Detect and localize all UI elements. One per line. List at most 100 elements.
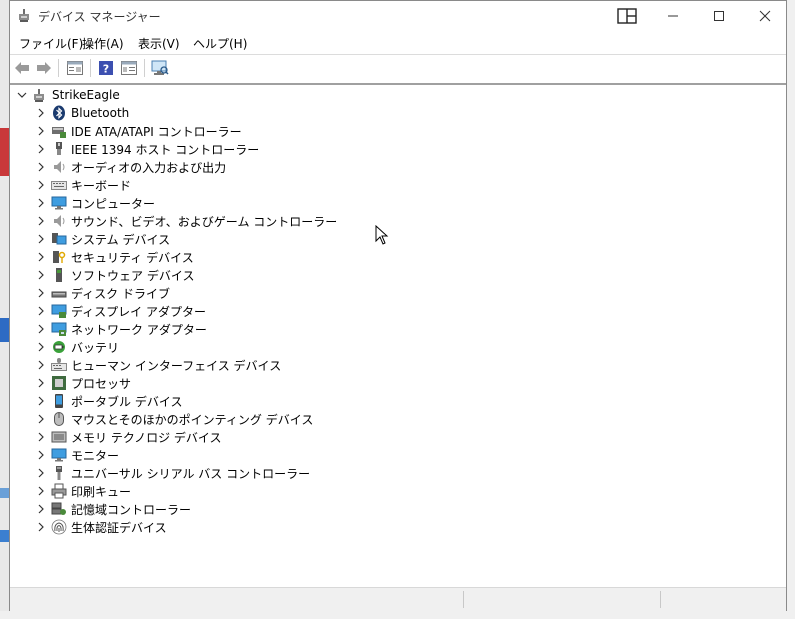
chevron-right-icon[interactable] xyxy=(35,374,47,392)
chevron-right-icon[interactable] xyxy=(35,176,47,194)
device-category-label: メモリ テクノロジ デバイス xyxy=(71,430,222,445)
title-bar: デバイス マネージャー xyxy=(10,1,786,31)
device-category[interactable]: モニター xyxy=(35,446,119,464)
device-category-label: ネットワーク アダプター xyxy=(71,322,207,337)
device-category-label: プロセッサ xyxy=(71,376,132,391)
device-category[interactable]: 記憶域コントローラー xyxy=(35,500,191,518)
close-button[interactable] xyxy=(742,1,788,31)
minimize-button[interactable] xyxy=(650,1,696,31)
chevron-right-icon[interactable] xyxy=(35,500,47,518)
device-category[interactable]: ディスク ドライブ xyxy=(35,284,170,302)
background-desktop-right xyxy=(787,0,795,619)
tree-root[interactable]: StrikeEagle xyxy=(16,86,120,104)
help-button[interactable]: ? xyxy=(97,59,115,77)
chevron-right-icon[interactable] xyxy=(35,428,47,446)
chevron-right-icon[interactable] xyxy=(35,356,47,374)
device-category[interactable]: 印刷キュー xyxy=(35,482,131,500)
device-category[interactable]: ポータブル デバイス xyxy=(35,392,182,410)
chevron-right-icon[interactable] xyxy=(35,338,47,356)
device-category[interactable]: ユニバーサル シリアル バス コントローラー xyxy=(35,464,310,482)
printer-icon xyxy=(51,483,67,499)
device-category-label: システム デバイス xyxy=(71,232,171,247)
view-button[interactable] xyxy=(120,59,138,77)
chevron-right-icon[interactable] xyxy=(35,464,47,482)
device-category[interactable]: プロセッサ xyxy=(35,374,131,392)
storage-controller-icon xyxy=(51,501,67,517)
device-category[interactable]: ネットワーク アダプター xyxy=(35,320,207,338)
menu-action[interactable]: 操作(A) xyxy=(82,35,124,52)
device-category-label: ユニバーサル シリアル バス コントローラー xyxy=(71,466,311,481)
device-category-label: コンピューター xyxy=(71,196,156,211)
software-device-icon xyxy=(51,267,67,283)
properties-button[interactable] xyxy=(66,59,84,77)
device-category[interactable]: オーディオの入力および出力 xyxy=(35,158,226,176)
toolbar-separator xyxy=(90,59,91,77)
device-category[interactable]: バッテリ xyxy=(35,338,119,356)
bluetooth-icon xyxy=(51,105,67,121)
chevron-right-icon[interactable] xyxy=(35,194,47,212)
status-divider xyxy=(463,591,464,608)
minimize-icon xyxy=(668,15,678,17)
device-category[interactable]: 生体認証デバイス xyxy=(35,518,167,536)
disk-drive-icon xyxy=(51,285,67,301)
chevron-right-icon[interactable] xyxy=(35,212,47,230)
device-category[interactable]: サウンド、ビデオ、およびゲーム コントローラー xyxy=(35,212,337,230)
device-category[interactable]: ディスプレイ アダプター xyxy=(35,302,206,320)
forward-arrow-icon xyxy=(37,62,51,74)
chevron-right-icon[interactable] xyxy=(35,104,47,122)
properties-icon xyxy=(67,61,83,75)
chevron-right-icon[interactable] xyxy=(35,518,47,536)
background-desktop-bottom xyxy=(0,611,795,619)
chevron-right-icon[interactable] xyxy=(35,392,47,410)
scan-hardware-button[interactable] xyxy=(151,59,169,77)
chevron-right-icon[interactable] xyxy=(35,266,47,284)
device-category[interactable]: マウスとそのほかのポインティング デバイス xyxy=(35,410,313,428)
menu-view[interactable]: 表示(V) xyxy=(138,35,180,52)
chevron-right-icon[interactable] xyxy=(35,158,47,176)
device-category[interactable]: ヒューマン インターフェイス デバイス xyxy=(35,356,281,374)
chevron-right-icon[interactable] xyxy=(35,410,47,428)
device-manager-window: デバイス マネージャー ファイル(F) 操作(A) 表示(V) ヘルプ(H) ?… xyxy=(9,0,787,611)
chevron-right-icon[interactable] xyxy=(35,140,47,158)
battery-icon xyxy=(51,339,67,355)
mouse-icon xyxy=(51,411,67,427)
chevron-right-icon[interactable] xyxy=(35,482,47,500)
chevron-right-icon[interactable] xyxy=(35,230,47,248)
chevron-right-icon[interactable] xyxy=(35,446,47,464)
sound-icon xyxy=(51,213,67,229)
device-category[interactable]: メモリ テクノロジ デバイス xyxy=(35,428,222,446)
forward-button[interactable] xyxy=(35,59,53,77)
maximize-button[interactable] xyxy=(696,1,742,31)
snap-layout-icon xyxy=(617,8,637,24)
close-icon xyxy=(759,10,771,22)
device-category-label: Bluetooth xyxy=(71,106,130,120)
chevron-right-icon[interactable] xyxy=(35,284,47,302)
back-button[interactable] xyxy=(13,59,31,77)
keyboard-icon xyxy=(51,177,67,193)
menu-help[interactable]: ヘルプ(H) xyxy=(193,35,247,52)
computer-root-icon xyxy=(32,87,48,103)
device-category-label: 生体認証デバイス xyxy=(71,520,167,535)
device-category[interactable]: Bluetooth xyxy=(35,104,129,122)
device-category[interactable]: コンピューター xyxy=(35,194,155,212)
device-category[interactable]: キーボード xyxy=(35,176,131,194)
device-category-label: ディスプレイ アダプター xyxy=(71,304,206,319)
chevron-down-icon[interactable] xyxy=(16,86,28,104)
device-category[interactable]: IDE ATA/ATAPI コントローラー xyxy=(35,122,242,140)
chevron-right-icon[interactable] xyxy=(35,320,47,338)
menu-file[interactable]: ファイル(F) xyxy=(19,35,83,52)
device-category-label: オーディオの入力および出力 xyxy=(71,160,227,175)
memory-icon xyxy=(51,429,67,445)
device-category[interactable]: IEEE 1394 ホスト コントローラー xyxy=(35,140,259,158)
device-category[interactable]: ソフトウェア デバイス xyxy=(35,266,194,284)
device-category-label: キーボード xyxy=(71,178,132,193)
device-category-label: ディスク ドライブ xyxy=(71,286,170,301)
chevron-right-icon[interactable] xyxy=(35,122,47,140)
chevron-right-icon[interactable] xyxy=(35,248,47,266)
device-category[interactable]: セキュリティ デバイス xyxy=(35,248,194,266)
chevron-right-icon[interactable] xyxy=(35,302,47,320)
snap-layout-button[interactable] xyxy=(604,1,650,31)
device-category[interactable]: システム デバイス xyxy=(35,230,170,248)
speaker-icon xyxy=(51,159,67,175)
device-category-label: ポータブル デバイス xyxy=(71,394,183,409)
